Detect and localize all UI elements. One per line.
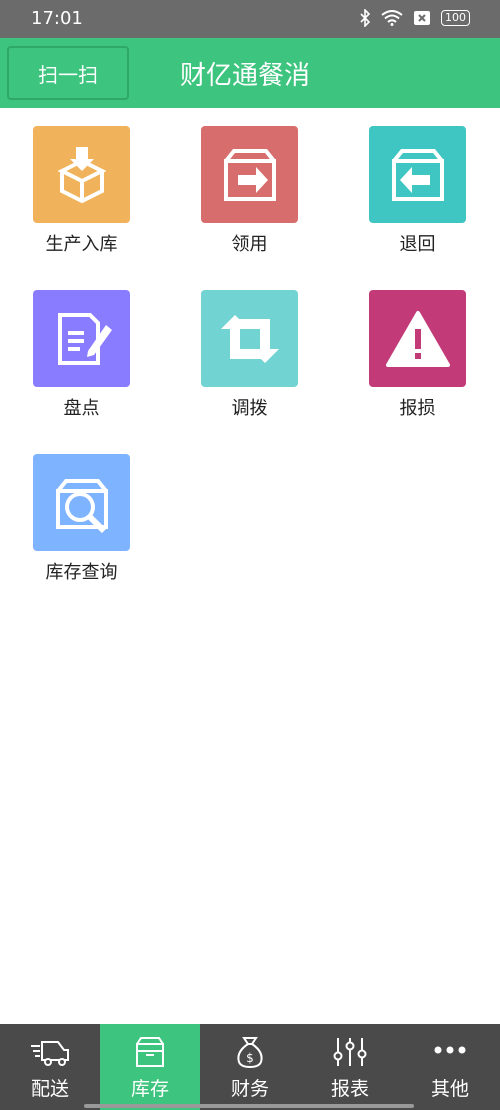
- grid-item-return[interactable]: 退回: [356, 126, 476, 266]
- status-bar: 17:01 100: [0, 0, 500, 38]
- more-icon: [434, 1046, 466, 1054]
- tab-label: 配送: [30, 1078, 69, 1100]
- tab-label: 其他: [430, 1078, 469, 1100]
- tile-stocktake[interactable]: [33, 290, 130, 387]
- grid-item-inventory-query[interactable]: 库存查询: [20, 454, 140, 594]
- tile-label: 调拨: [231, 398, 268, 419]
- battery-indicator: 100: [441, 10, 470, 26]
- tab-more[interactable]: 其他: [400, 1024, 500, 1110]
- warning-icon: [385, 310, 450, 367]
- status-time: 17:01: [31, 8, 83, 29]
- tab-delivery[interactable]: 配送: [0, 1024, 100, 1110]
- tile-label: 领用: [231, 234, 268, 255]
- grid-item-damage-report[interactable]: 报损: [356, 290, 476, 430]
- tile-label: 报损: [399, 398, 436, 419]
- money-bag-icon: $: [237, 1037, 263, 1068]
- app-title: 财亿通餐消: [180, 61, 311, 91]
- grid-item-requisition[interactable]: 领用: [188, 126, 308, 266]
- grid-item-transfer[interactable]: 调拨: [188, 290, 308, 430]
- tile-label: 退回: [399, 234, 436, 255]
- grid-item-production-inbound[interactable]: 生产入库: [20, 126, 140, 266]
- tile-label: 库存查询: [45, 562, 118, 583]
- tab-finance[interactable]: $ 财务: [200, 1024, 300, 1110]
- svg-text:$: $: [246, 1051, 254, 1065]
- app-header: 扫一扫 财亿通餐消: [0, 38, 500, 108]
- tab-label: 库存: [130, 1078, 169, 1100]
- tile-inventory-query[interactable]: [33, 454, 130, 551]
- tile-transfer[interactable]: [201, 290, 298, 387]
- no-sim-icon: [414, 11, 430, 25]
- delivery-truck-icon: [31, 1041, 69, 1066]
- box-arrow-right-icon: [223, 148, 276, 201]
- tile-return[interactable]: [369, 126, 466, 223]
- tab-inventory[interactable]: 库存: [100, 1024, 200, 1110]
- transfer-arrows-icon: [220, 314, 279, 363]
- tab-reports[interactable]: 报表: [300, 1024, 400, 1110]
- scan-button[interactable]: 扫一扫: [7, 46, 129, 100]
- tile-label: 盘点: [63, 398, 100, 419]
- tile-requisition[interactable]: [201, 126, 298, 223]
- box-download-icon: [57, 146, 106, 203]
- bluetooth-icon: [360, 9, 371, 27]
- tile-production-inbound[interactable]: [33, 126, 130, 223]
- bottom-tab-bar: 配送 库存 $ 财务 报表 其他: [0, 1024, 500, 1110]
- tile-label: 生产入库: [45, 234, 118, 255]
- box-arrow-left-icon: [391, 148, 444, 201]
- inventory-box-icon: [136, 1037, 164, 1067]
- grid-item-stocktake[interactable]: 盘点: [20, 290, 140, 430]
- tile-damage-report[interactable]: [369, 290, 466, 387]
- wifi-icon: [381, 10, 403, 26]
- tab-label: 报表: [330, 1078, 369, 1100]
- home-indicator: [84, 1104, 414, 1108]
- status-icons: 100: [359, 9, 470, 27]
- document-edit-icon: [57, 312, 112, 365]
- box-search-icon: [55, 478, 108, 533]
- tab-label: 财务: [230, 1078, 269, 1100]
- sliders-icon: [333, 1038, 367, 1066]
